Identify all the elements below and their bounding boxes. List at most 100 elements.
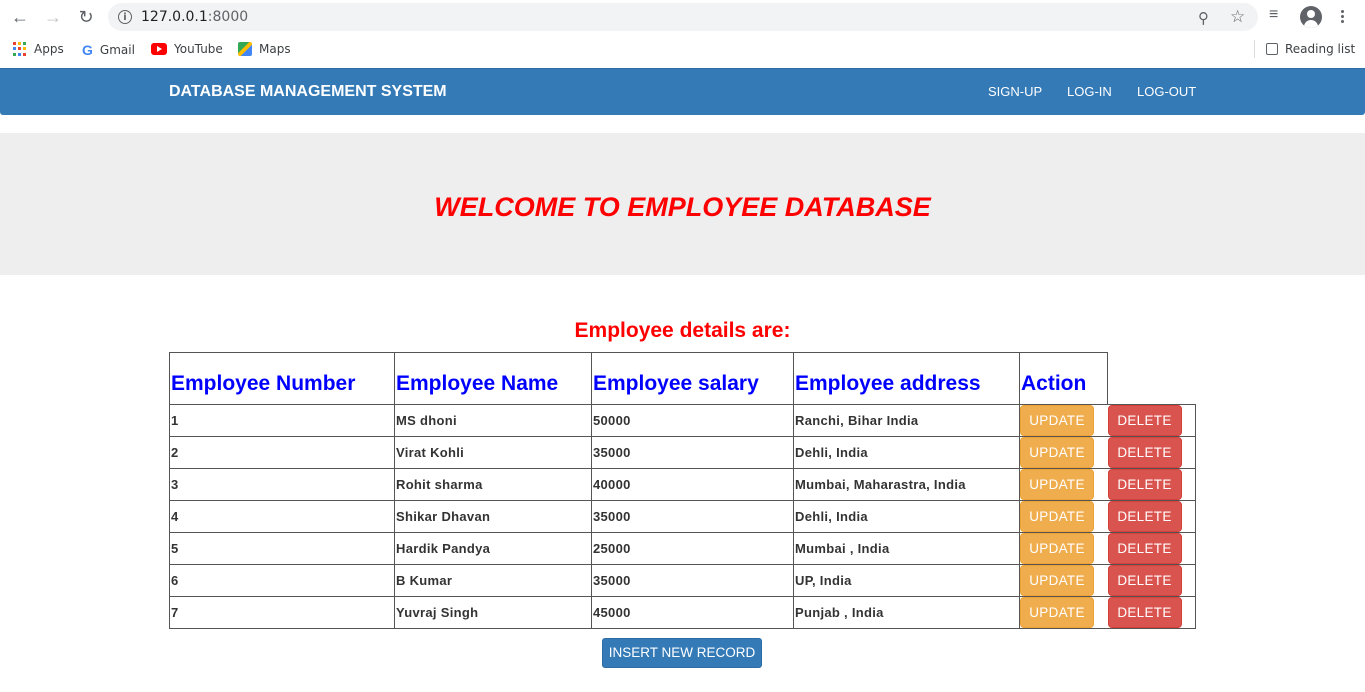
update-button[interactable]: UPDATE <box>1020 533 1094 564</box>
app-navbar: DATABASE MANAGEMENT SYSTEM SIGN-UP LOG-I… <box>0 68 1365 115</box>
bookmark-youtube[interactable]: YouTube <box>151 42 223 56</box>
table-header-row: Employee Number Employee Name Employee s… <box>169 352 1196 405</box>
cell-employee-address: Dehli, India <box>793 500 1020 533</box>
col-employee-name: Employee Name <box>394 352 592 405</box>
cell-employee-number: 3 <box>169 468 395 501</box>
zoom-icon[interactable]: ⚲ <box>1198 9 1209 27</box>
cell-delete: DELETE <box>1107 436 1196 469</box>
apps-grid-icon <box>13 42 27 56</box>
delete-button[interactable]: DELETE <box>1107 597 1182 628</box>
delete-button[interactable]: DELETE <box>1107 437 1182 468</box>
browser-menu-icon[interactable] <box>1341 10 1345 25</box>
delete-button[interactable]: DELETE <box>1107 469 1182 500</box>
bookmark-maps[interactable]: Maps <box>238 42 291 56</box>
cell-update: UPDATE <box>1019 564 1108 597</box>
youtube-icon <box>151 43 167 55</box>
cell-employee-name: Shikar Dhavan <box>394 500 592 533</box>
bookmark-apps[interactable]: Apps <box>13 42 64 56</box>
back-arrow-icon[interactable]: ← <box>9 7 31 27</box>
cell-employee-name: B Kumar <box>394 564 592 597</box>
maps-icon <box>238 42 252 56</box>
cell-update: UPDATE <box>1019 468 1108 501</box>
cell-employee-address: Mumbai , India <box>793 532 1020 565</box>
bookmarks-bar: Apps G Gmail YouTube Maps Reading list <box>0 34 1365 64</box>
media-queue-icon[interactable]: ≡ <box>1269 6 1278 24</box>
cell-employee-address: UP, India <box>793 564 1020 597</box>
details-heading: Employee details are: <box>574 319 791 342</box>
update-button[interactable]: UPDATE <box>1020 501 1094 532</box>
cell-employee-name: MS dhoni <box>394 404 592 437</box>
update-button[interactable]: UPDATE <box>1020 565 1094 596</box>
delete-button[interactable]: DELETE <box>1107 501 1182 532</box>
cell-delete: DELETE <box>1107 500 1196 533</box>
cell-update: UPDATE <box>1019 500 1108 533</box>
table-row: 3 Rohit sharma 40000 Mumbai, Maharastra, In… <box>169 468 1196 501</box>
reading-list-label: Reading list <box>1285 42 1356 56</box>
table-row: 7 Yuvraj Singh 45000 Punjab , India UPDATE DE… <box>169 596 1196 629</box>
cell-delete: DELETE <box>1107 468 1196 501</box>
google-icon: G <box>82 42 93 58</box>
table-row: 5 Hardik Pandya 25000 Mumbai , India UPDATE D… <box>169 532 1196 565</box>
cell-employee-name: Yuvraj Singh <box>394 596 592 629</box>
cell-employee-salary: 50000 <box>591 404 794 437</box>
bookmark-star-icon[interactable]: ☆ <box>1230 7 1245 27</box>
cell-employee-number: 6 <box>169 564 395 597</box>
table-row: 1 MS dhoni 50000 Ranchi, Bihar India UPDATE D… <box>169 404 1196 437</box>
reading-list-button[interactable]: Reading list <box>1266 42 1355 56</box>
bookmark-label: Maps <box>259 42 291 56</box>
cell-employee-salary: 45000 <box>591 596 794 629</box>
cell-delete: DELETE <box>1107 532 1196 565</box>
nav-signup-link[interactable]: SIGN-UP <box>988 84 1042 99</box>
cell-employee-address: Dehli, India <box>793 436 1020 469</box>
cell-employee-name: Hardik Pandya <box>394 532 592 565</box>
table-row: 2 Virat Kohli 35000 Dehli, India UPDATE DELET… <box>169 436 1196 469</box>
cell-employee-salary: 35000 <box>591 436 794 469</box>
cell-delete: DELETE <box>1107 404 1196 437</box>
bookmark-gmail[interactable]: G Gmail <box>82 42 135 58</box>
cell-employee-number: 2 <box>169 436 395 469</box>
info-icon[interactable]: i <box>118 10 132 24</box>
cell-employee-number: 5 <box>169 532 395 565</box>
reading-list-icon <box>1266 43 1278 55</box>
forward-arrow-icon[interactable]: → <box>42 7 64 27</box>
cell-update: UPDATE <box>1019 532 1108 565</box>
employee-table-body: 1 MS dhoni 50000 Ranchi, Bihar India UPDATE D… <box>169 404 1196 629</box>
reload-icon[interactable]: ↻ <box>75 7 97 27</box>
col-employee-salary: Employee salary <box>591 352 794 405</box>
table-row: 6B Kumar 35000 UP, India UPDATE DELETE <box>169 564 1196 597</box>
nav-login-link[interactable]: LOG-IN <box>1067 84 1112 99</box>
table-row: 4 Shikar Dhavan 35000 Dehli, India UPDATE DEL… <box>169 500 1196 533</box>
delete-button[interactable]: DELETE <box>1107 533 1182 564</box>
col-action: Action <box>1019 352 1108 405</box>
col-employee-number: Employee Number <box>169 352 395 405</box>
profile-avatar-icon[interactable] <box>1300 6 1322 28</box>
cell-employee-number: 4 <box>169 500 395 533</box>
cell-delete: DELETE <box>1107 564 1196 597</box>
cell-employee-salary: 40000 <box>591 468 794 501</box>
address-bar[interactable]: i 127.0.0.1:8000 ⚲ ☆ <box>108 3 1258 31</box>
cell-update: UPDATE <box>1019 404 1108 437</box>
col-employee-address: Employee address <box>793 352 1020 405</box>
update-button[interactable]: UPDATE <box>1020 437 1094 468</box>
insert-record-button[interactable]: INSERT NEW RECORD <box>602 638 762 668</box>
delete-button[interactable]: DELETE <box>1107 565 1182 596</box>
url-port: :8000 <box>207 9 249 25</box>
welcome-title: WELCOME TO EMPLOYEE DATABASE <box>434 192 931 222</box>
cell-employee-number: 1 <box>169 404 395 437</box>
browser-toolbar: ← → ↻ i 127.0.0.1:8000 ⚲ ☆ ≡ <box>0 0 1365 34</box>
nav-logout-link[interactable]: LOG-OUT <box>1137 84 1196 99</box>
col-action-spacer <box>1107 352 1196 405</box>
cell-employee-address: Mumbai, Maharastra, India <box>793 468 1020 501</box>
welcome-banner: WELCOME TO EMPLOYEE DATABASE <box>0 133 1365 275</box>
cell-employee-address: Ranchi, Bihar India <box>793 404 1020 437</box>
update-button[interactable]: UPDATE <box>1020 597 1094 628</box>
delete-button[interactable]: DELETE <box>1107 405 1182 436</box>
update-button[interactable]: UPDATE <box>1020 469 1094 500</box>
brand-title[interactable]: DATABASE MANAGEMENT SYSTEM <box>169 83 447 101</box>
url-text[interactable]: 127.0.0.1:8000 <box>141 9 248 25</box>
cell-employee-number: 7 <box>169 596 395 629</box>
cell-employee-name: Rohit sharma <box>394 468 592 501</box>
cell-employee-salary: 35000 <box>591 564 794 597</box>
employee-table: Employee Number Employee Name Employee s… <box>169 352 1196 629</box>
update-button[interactable]: UPDATE <box>1020 405 1094 436</box>
